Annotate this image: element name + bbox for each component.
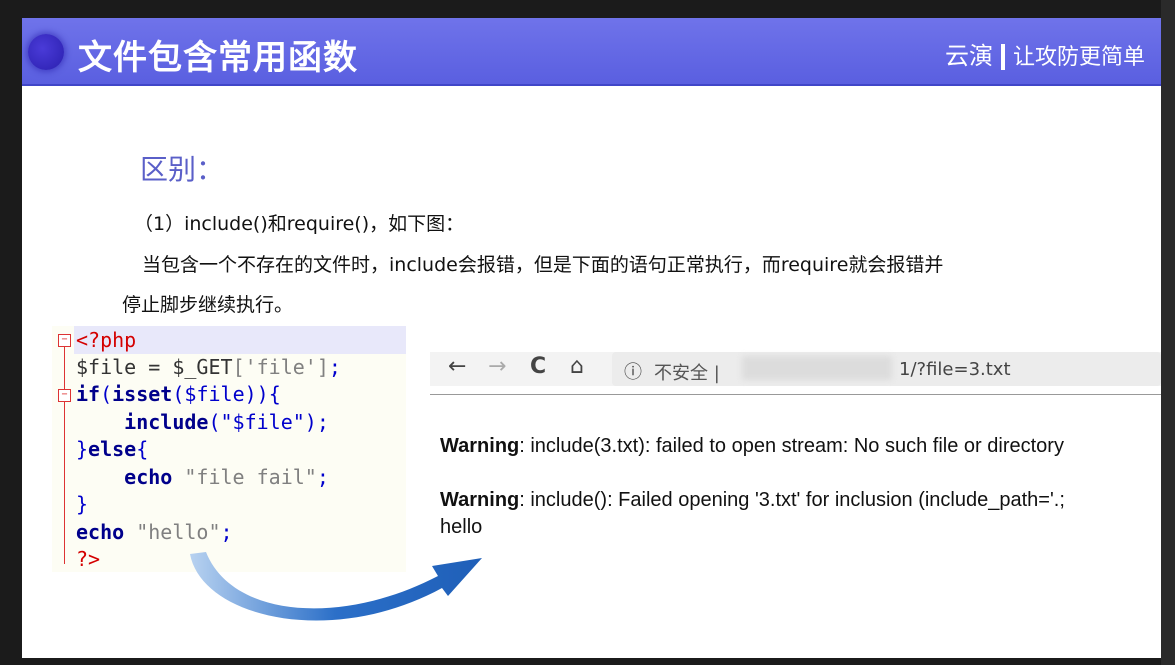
code-line-7: }	[76, 492, 89, 516]
window-edge	[1161, 0, 1175, 665]
slide-header: 文件包含常用函数 云演 让攻防更简单	[22, 18, 1161, 86]
fold-gutter-line	[64, 344, 65, 564]
header-bullet-icon	[28, 34, 64, 70]
code-line-2: $file = $_GET['file'];	[76, 355, 341, 379]
slide: 文件包含常用函数 云演 让攻防更简单 区别： （1）include()和requi…	[22, 18, 1161, 658]
code-line-9: ?>	[76, 547, 101, 571]
fold-toggle-icon[interactable]: −	[58, 334, 71, 347]
warning-line-2: Warning: include(): Failed opening '3.tx…	[440, 489, 1065, 511]
page-title: 文件包含常用函数	[78, 38, 358, 78]
reload-icon[interactable]: C	[530, 354, 546, 379]
code-line-6: echo "file fail";	[124, 465, 329, 489]
brand: 云演 让攻防更简单	[945, 36, 1145, 71]
code-line-1: <?php	[76, 328, 137, 352]
brand-divider	[1000, 44, 1005, 70]
section-title: 区别：	[140, 153, 225, 186]
warning-line-1: Warning: include(3.txt): failed to open …	[440, 435, 1064, 457]
url-text: 1/?file=3.txt	[899, 359, 1011, 380]
code-line-5: }else{	[76, 437, 149, 461]
paragraph-3: 停止脚步继续执行。	[122, 294, 294, 316]
code-editor: − − <?php $file = $_GET['file']; if(isse…	[52, 326, 406, 572]
address-bar[interactable]: ⓘ 不安全 | 1/?file=3.txt	[612, 352, 1161, 386]
code-line-3: if(isset($file)){	[76, 382, 281, 406]
output-hello: hello	[440, 516, 483, 538]
back-icon[interactable]: ←	[448, 354, 466, 379]
curved-arrow-icon	[190, 552, 482, 621]
fold-toggle-icon[interactable]: −	[58, 389, 71, 402]
brand-name: 云演	[944, 42, 993, 70]
code-line-8: echo "hello";	[76, 520, 233, 544]
paragraph-1: （1）include()和require()，如下图：	[134, 213, 465, 235]
redacted-url	[742, 356, 892, 380]
brand-slogan: 让攻防更简单	[1012, 45, 1145, 70]
home-icon[interactable]: ⌂	[570, 354, 584, 379]
code-line-4: include("$file");	[124, 410, 329, 434]
browser-toolbar: ← → C ⌂ ⓘ 不安全 | 1/?file=3.txt	[430, 352, 1161, 386]
browser-divider	[430, 394, 1161, 395]
insecure-label: 不安全 |	[654, 363, 720, 384]
paragraph-2: 当包含一个不存在的文件时，include会报错，但是下面的语句正常执行，而req…	[142, 254, 944, 276]
forward-icon[interactable]: →	[488, 354, 506, 379]
info-icon[interactable]: ⓘ	[624, 358, 642, 384]
